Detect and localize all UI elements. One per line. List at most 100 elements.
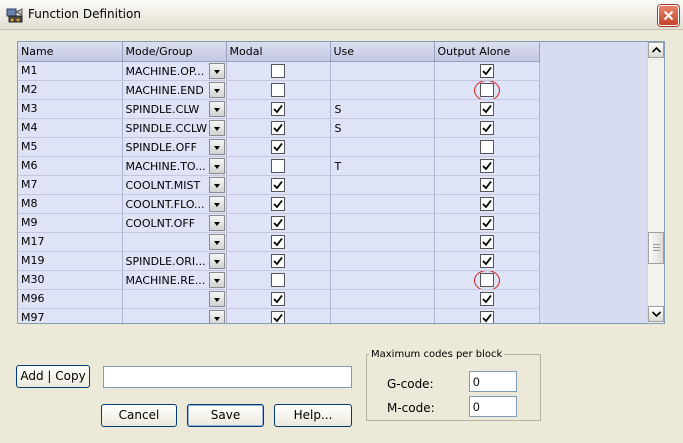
cell-mode-group[interactable]: MACHINE.RE... [122, 270, 227, 290]
table-row[interactable]: M1 MACHINE.OP... [18, 61, 540, 81]
cell-name[interactable]: M19 [18, 251, 123, 271]
dropdown-arrow-icon[interactable] [208, 100, 225, 117]
column-header-use[interactable]: Use [330, 42, 435, 62]
add-copy-button[interactable]: Add | Copy [16, 365, 90, 388]
dropdown-arrow-icon[interactable] [208, 81, 225, 98]
modal-checkbox[interactable] [271, 158, 285, 173]
cell-use[interactable] [330, 137, 435, 157]
table-row[interactable]: M96 [18, 289, 540, 309]
cell-name[interactable]: M17 [18, 232, 123, 252]
cell-use[interactable] [330, 232, 435, 252]
output-alone-checkbox[interactable] [479, 215, 494, 230]
cell-name[interactable]: M3 [18, 99, 123, 119]
dropdown-arrow-icon[interactable] [208, 214, 225, 231]
modal-checkbox[interactable] [271, 310, 285, 323]
cell-name[interactable]: M97 [18, 308, 123, 323]
modal-checkbox[interactable] [271, 291, 285, 306]
cell-use[interactable] [330, 194, 435, 214]
dropdown-arrow-icon[interactable] [208, 157, 225, 174]
scroll-up-button[interactable] [648, 42, 664, 58]
output-alone-checkbox[interactable] [479, 196, 494, 211]
output-alone-checkbox[interactable] [479, 310, 494, 323]
column-header-output-alone[interactable]: Output Alone [434, 42, 540, 62]
modal-checkbox[interactable] [271, 215, 285, 230]
table-row[interactable]: M8 COOLNT.FLO... [18, 194, 540, 214]
output-alone-checkbox[interactable] [479, 253, 494, 268]
cell-use[interactable]: S [330, 118, 435, 138]
cell-use[interactable] [330, 213, 435, 233]
cell-mode-group[interactable]: SPINDLE.OFF [122, 137, 227, 157]
help-button[interactable]: Help... [274, 404, 352, 427]
cell-name[interactable]: M96 [18, 289, 123, 309]
modal-checkbox[interactable] [271, 234, 285, 249]
dropdown-arrow-icon[interactable] [208, 62, 225, 79]
g-code-input[interactable] [469, 371, 517, 392]
modal-checkbox[interactable] [271, 82, 285, 97]
vertical-scrollbar[interactable] [647, 42, 664, 323]
table-row[interactable]: M3 SPINDLE.CLW S [18, 99, 540, 119]
cell-name[interactable]: M9 [18, 213, 123, 233]
modal-checkbox[interactable] [271, 196, 285, 211]
scroll-thumb[interactable] [648, 232, 664, 264]
modal-checkbox[interactable] [271, 101, 285, 116]
cell-mode-group[interactable]: SPINDLE.CCLW [122, 118, 227, 138]
dropdown-arrow-icon[interactable] [208, 233, 225, 250]
table-row[interactable]: M5 SPINDLE.OFF [18, 137, 540, 157]
cell-mode-group[interactable]: MACHINE.OP... [122, 61, 227, 81]
save-button[interactable]: Save [187, 404, 264, 427]
cell-mode-group[interactable]: SPINDLE.CLW [122, 99, 227, 119]
output-alone-checkbox[interactable] [479, 120, 494, 135]
cell-mode-group[interactable]: COOLNT.MIST [122, 175, 227, 195]
output-alone-checkbox[interactable] [479, 158, 494, 173]
modal-checkbox[interactable] [271, 120, 285, 135]
cell-use[interactable] [330, 289, 435, 309]
cell-use[interactable] [330, 308, 435, 323]
dropdown-arrow-icon[interactable] [208, 119, 225, 136]
cell-name[interactable]: M7 [18, 175, 123, 195]
cell-mode-group[interactable]: MACHINE.END [122, 80, 227, 100]
output-alone-checkbox[interactable] [479, 101, 494, 116]
cell-use[interactable] [330, 175, 435, 195]
dropdown-arrow-icon[interactable] [208, 309, 225, 323]
cell-use[interactable] [330, 61, 435, 81]
cell-name[interactable]: M2 [18, 80, 123, 100]
cancel-button[interactable]: Cancel [101, 404, 177, 427]
cell-mode-group[interactable] [122, 232, 227, 252]
dropdown-arrow-icon[interactable] [208, 176, 225, 193]
table-row[interactable]: M97 [18, 308, 540, 323]
modal-checkbox[interactable] [271, 139, 285, 154]
table-row[interactable]: M7 COOLNT.MIST [18, 175, 540, 195]
cell-name[interactable]: M30 [18, 270, 123, 290]
dropdown-arrow-icon[interactable] [208, 271, 225, 288]
cell-use[interactable]: S [330, 99, 435, 119]
modal-checkbox[interactable] [271, 63, 285, 78]
output-alone-checkbox[interactable] [479, 291, 494, 306]
column-header-mode-group[interactable]: Mode/Group [122, 42, 227, 62]
output-alone-checkbox[interactable] [479, 63, 494, 78]
cell-name[interactable]: M4 [18, 118, 123, 138]
table-row[interactable]: M17 [18, 232, 540, 252]
cell-name[interactable]: M5 [18, 137, 123, 157]
modal-checkbox[interactable] [271, 272, 285, 287]
modal-checkbox[interactable] [271, 253, 285, 268]
output-alone-checkbox[interactable] [479, 139, 494, 154]
table-row[interactable]: M4 SPINDLE.CCLW S [18, 118, 540, 138]
table-row[interactable]: M19 SPINDLE.ORI... [18, 251, 540, 271]
cell-mode-group[interactable]: COOLNT.FLO... [122, 194, 227, 214]
table-row[interactable]: M6 MACHINE.TO... T [18, 156, 540, 176]
cell-use[interactable] [330, 251, 435, 271]
cell-mode-group[interactable] [122, 289, 227, 309]
dropdown-arrow-icon[interactable] [208, 195, 225, 212]
code-text-input[interactable] [103, 366, 352, 388]
cell-name[interactable]: M6 [18, 156, 123, 176]
m-code-input[interactable] [469, 396, 517, 417]
table-row[interactable]: M30 MACHINE.RE... [18, 270, 540, 290]
cell-mode-group[interactable]: COOLNT.OFF [122, 213, 227, 233]
dropdown-arrow-icon[interactable] [208, 138, 225, 155]
table-row[interactable]: M9 COOLNT.OFF [18, 213, 540, 233]
cell-use[interactable] [330, 270, 435, 290]
cell-use[interactable]: T [330, 156, 435, 176]
table-row[interactable]: M2 MACHINE.END [18, 80, 540, 100]
cell-use[interactable] [330, 80, 435, 100]
cell-mode-group[interactable]: SPINDLE.ORI... [122, 251, 227, 271]
